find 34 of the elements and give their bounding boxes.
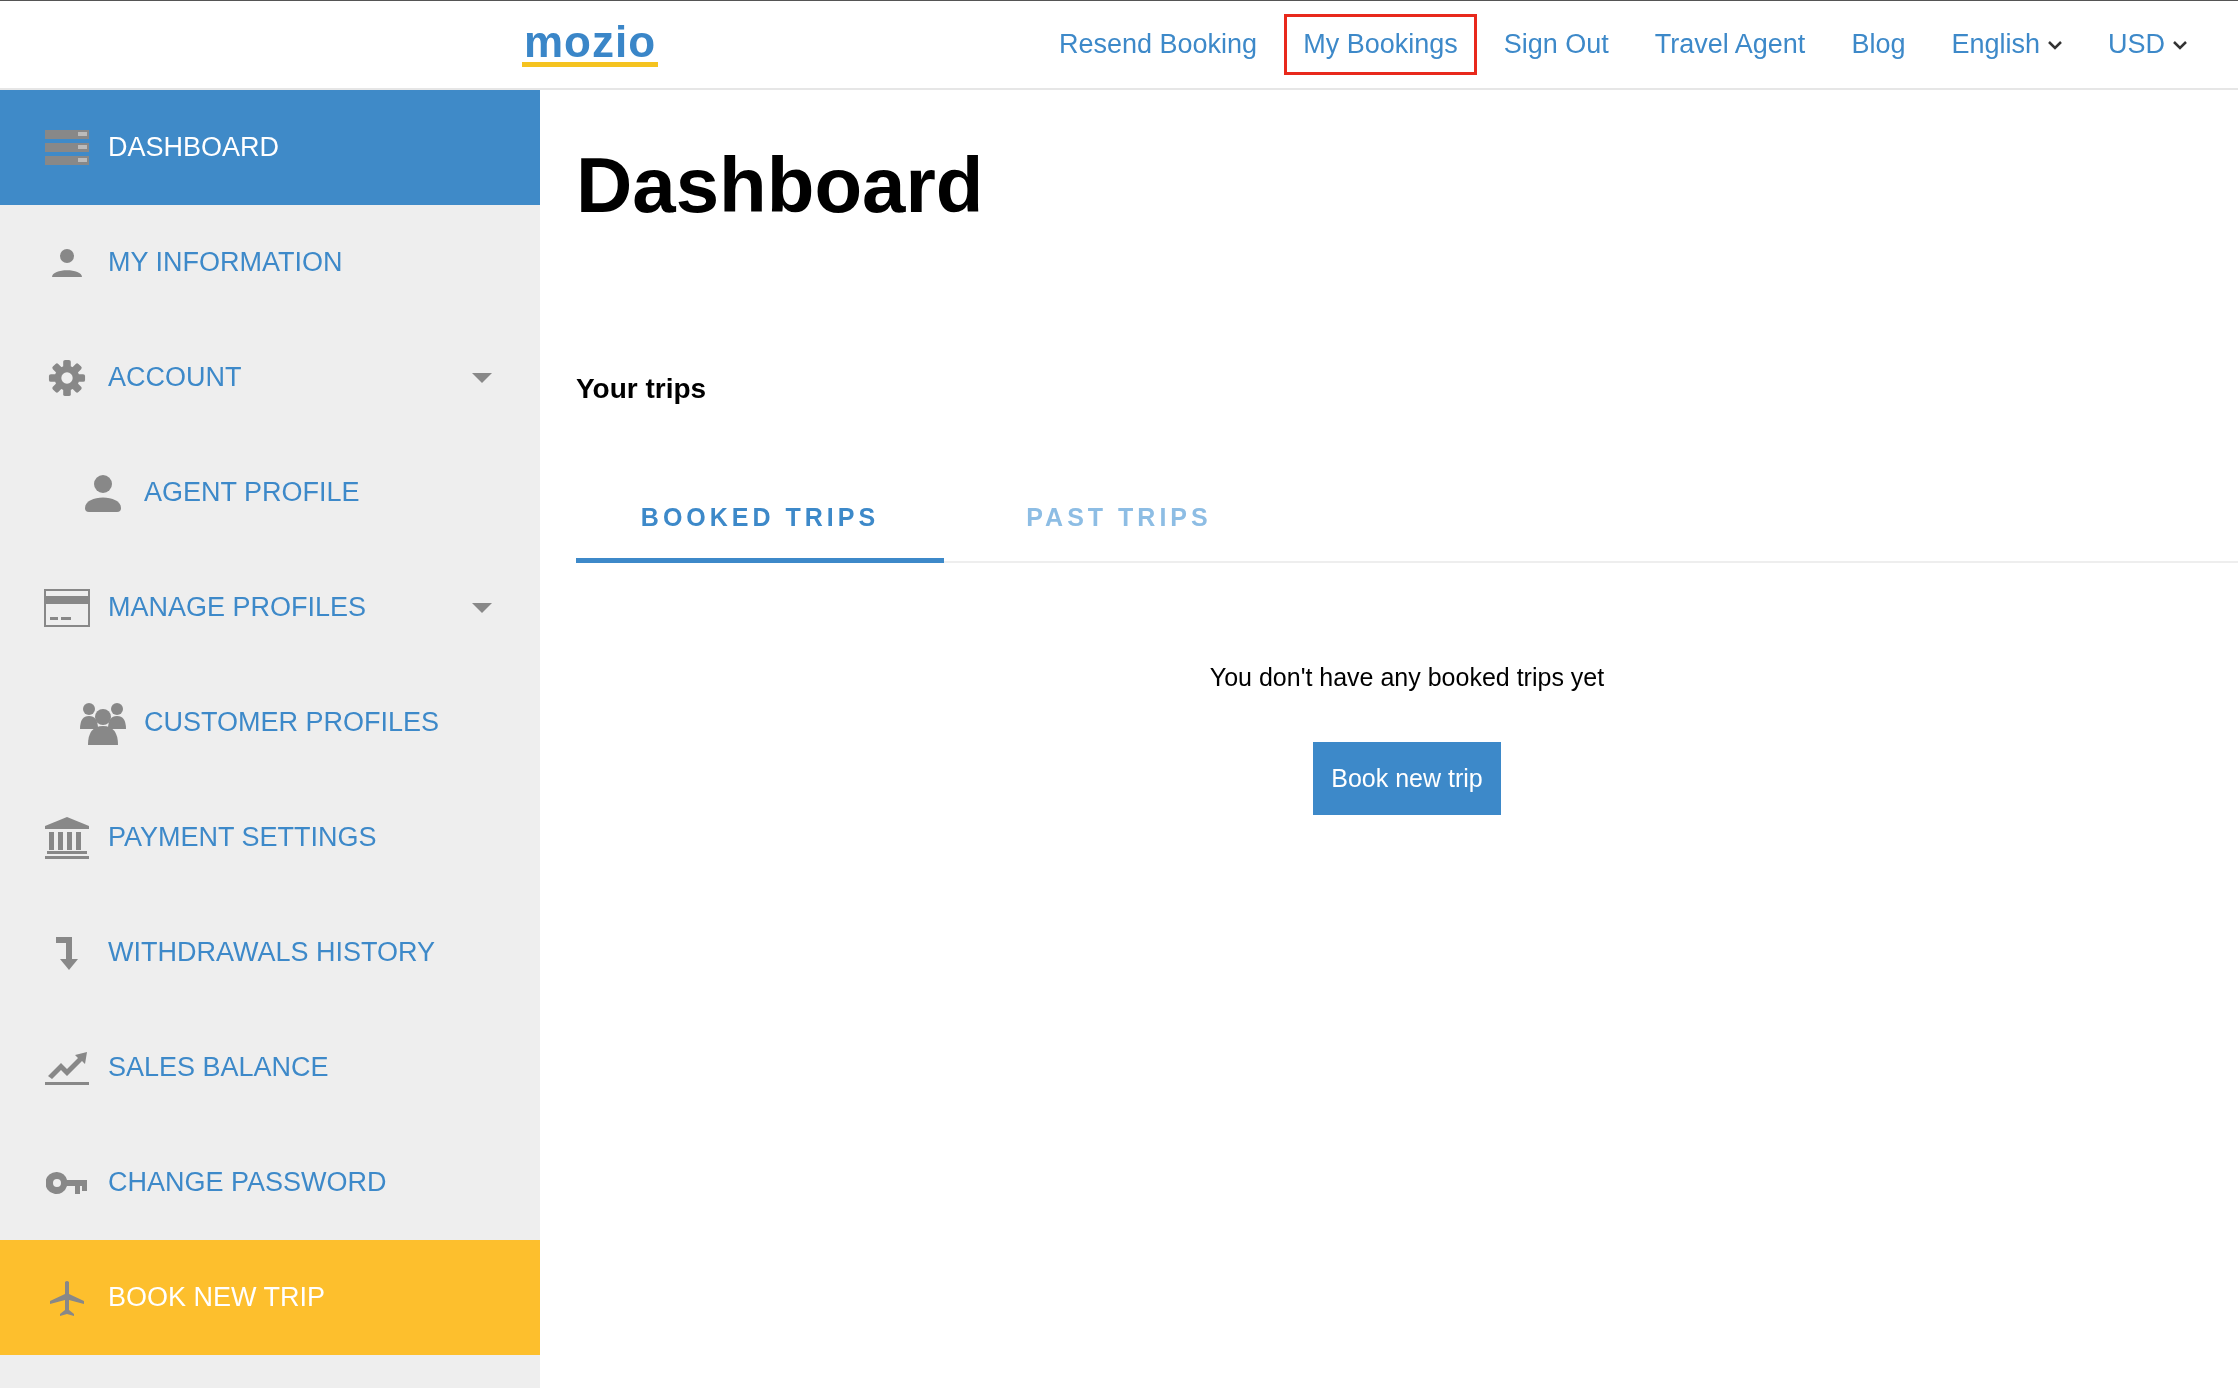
bank-icon [44, 816, 90, 859]
book-new-trip-button[interactable]: Book new trip [1313, 742, 1501, 815]
empty-message: You don't have any booked trips yet [1209, 663, 1605, 692]
nav-link[interactable]: Travel Agent [1635, 14, 1825, 75]
dashboard-icon [44, 129, 90, 166]
chevron-down-icon [2173, 39, 2187, 50]
sidebar-item[interactable]: DASHBOARD [0, 90, 540, 205]
trend-chart-icon [44, 1049, 90, 1086]
group-icon [80, 700, 126, 745]
caret-icon [472, 602, 492, 613]
logo[interactable]: mozio [521, 22, 659, 67]
nav-link[interactable]: Blog [1832, 14, 1925, 75]
dropdown-link[interactable]: USD [2089, 14, 2206, 75]
tab[interactable]: PAST TRIPS [944, 483, 1294, 563]
chevron-down-icon [2048, 39, 2062, 50]
sidebar-item[interactable]: CHANGE PASSWORD [0, 1125, 540, 1240]
key-icon [44, 1170, 90, 1195]
sidebar-item[interactable]: CUSTOMER PROFILES [0, 665, 540, 780]
caret-icon [472, 372, 492, 383]
page-title: Dashboard [576, 140, 985, 231]
sidebar-item[interactable]: WITHDRAWALS HISTORY [0, 895, 540, 1010]
sidebar-item[interactable]: MY INFORMATION [0, 205, 540, 320]
section-heading: Your trips [576, 373, 708, 405]
nav-link[interactable]: Sign Out [1484, 14, 1628, 75]
card-icon [44, 588, 90, 627]
sidebar-item[interactable]: SALES BALANCE [0, 1010, 540, 1125]
nav-link[interactable]: Resend Booking [1040, 14, 1277, 75]
sidebar-item[interactable]: AGENT PROFILE [0, 435, 540, 550]
tab[interactable]: BOOKED TRIPS [576, 483, 944, 563]
sidebar-item[interactable]: PAYMENT SETTINGS [0, 780, 540, 895]
sidebar-item[interactable]: MANAGE PROFILES [0, 550, 540, 665]
dropdown-link[interactable]: English [1932, 14, 2081, 75]
nav-link[interactable]: My Bookings [1284, 14, 1477, 75]
sidebar-item[interactable]: ACCOUNT [0, 320, 540, 435]
